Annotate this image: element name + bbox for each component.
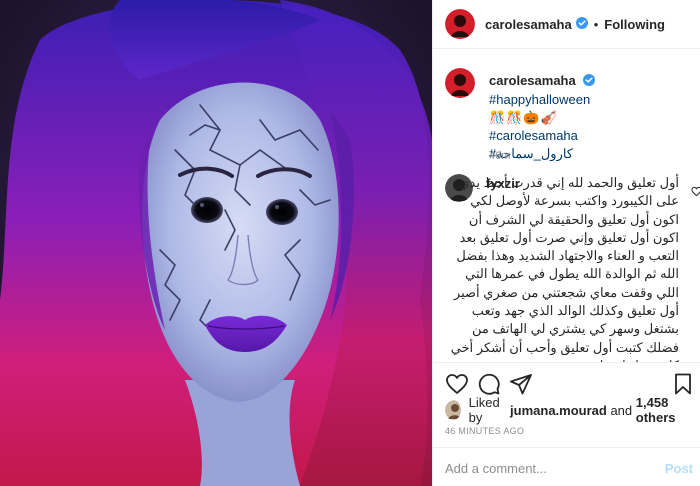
heart-icon[interactable] [691,184,700,200]
avatar-image [445,9,475,39]
hashtag-happyhalloween[interactable]: #happyhalloween [489,92,590,107]
halloween-portrait-image [0,0,432,486]
avatar[interactable] [445,68,475,98]
post-sidebar: carolesamaha • Following carolesamaha #h… [432,0,700,486]
add-comment-form: Add a comment... Post [433,447,700,486]
liked-by-user[interactable]: jumana.mourad [510,403,607,418]
header-username[interactable]: carolesamaha [485,17,572,32]
hashtag-carolesamaha[interactable]: #carolesamaha [489,128,578,143]
avatar[interactable] [445,9,475,39]
likes-summary: Liked by jumana.mourad and 1,458 others [445,395,695,425]
comments-list[interactable]: carolesamaha #happyhalloween 🎊🎊🎃🎻 #carol… [433,62,700,362]
comment-icon[interactable] [477,372,501,396]
post-timestamp[interactable]: 46 MINUTES AGO [445,426,524,436]
verified-badge-icon [583,73,596,91]
share-icon[interactable] [509,372,533,396]
caption-text: carolesamaha #happyhalloween 🎊🎊🎃🎻 #carol… [489,72,694,163]
likes-prefix: Liked by [468,395,500,425]
header-separator: • [593,16,599,32]
likes-conj: and [610,402,633,418]
comment-input[interactable]: Add a comment... [445,461,547,476]
caption-emojis: 🎊🎊🎃🎻 [489,109,558,125]
post-header: carolesamaha • Following [433,0,700,49]
bookmark-icon[interactable] [671,372,695,396]
caption-time[interactable]: 46m [489,150,510,162]
likes-count[interactable]: 1,458 others [636,395,695,425]
caption-username[interactable]: carolesamaha [489,73,576,88]
comment-text: أول تعليق والحمد لله إني قدرت أحط يدي عل… [450,175,679,362]
post-button[interactable]: Post [665,461,693,476]
instagram-post: carolesamaha • Following carolesamaha #h… [0,0,700,486]
verified-badge-icon [575,16,588,32]
avatar[interactable] [445,400,461,420]
avatar-image [445,68,475,98]
heart-icon[interactable] [445,372,469,396]
following-button[interactable]: Following [604,17,665,32]
post-photo[interactable] [0,0,432,486]
avatar-image [445,400,461,420]
